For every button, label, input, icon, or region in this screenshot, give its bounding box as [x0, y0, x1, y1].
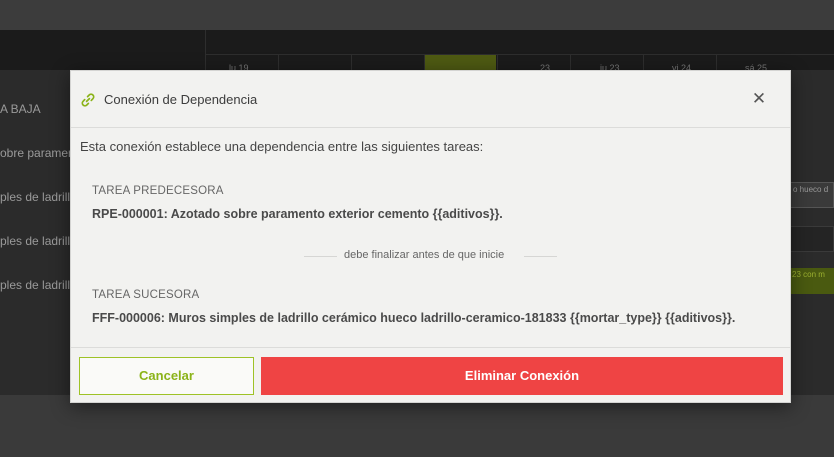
close-icon[interactable]: ✕ [749, 89, 769, 109]
gantt-task-bar[interactable]: 23 con m [790, 268, 834, 294]
cancel-button[interactable]: Cancelar [79, 357, 254, 395]
task-row-label[interactable]: ples de ladrill [0, 190, 70, 204]
gantt-task-bar[interactable]: o hueco d [790, 182, 834, 208]
separator-line-right [524, 256, 557, 257]
gantt-task-bar[interactable] [790, 226, 834, 252]
link-icon [80, 92, 96, 108]
predecessor-task: RPE-000001: Azotado sobre paramento exte… [92, 207, 503, 221]
successor-label: TAREA SUCESORA [92, 289, 200, 301]
delete-connection-button[interactable]: Eliminar Conexión [261, 357, 783, 395]
dialog-title: Conexión de Dependencia [104, 92, 258, 107]
today-column-highlight [424, 55, 496, 70]
gantt-header: lu 19 23 ju 23 vi 24 sá 25 [0, 30, 834, 73]
day-column-divider [351, 55, 352, 70]
day-column-divider [643, 55, 644, 70]
task-row-label[interactable]: A BAJA [0, 102, 41, 116]
day-column-divider [570, 55, 571, 70]
header-row-line [205, 54, 834, 55]
day-column-divider [497, 55, 498, 70]
separator-line-left [304, 256, 337, 257]
day-column-divider [424, 55, 425, 70]
header-divider [205, 30, 206, 70]
dialog-footer: Cancelar Eliminar Conexión [71, 347, 790, 403]
day-column-divider [278, 55, 279, 70]
predecessor-label: TAREA PREDECESORA [92, 185, 224, 197]
dialog-intro-text: Esta conexión establece una dependencia … [80, 139, 484, 154]
day-column-divider [716, 55, 717, 70]
app-footer [0, 395, 834, 457]
app-topbar [0, 0, 834, 30]
task-row-label[interactable]: ples de ladrill [0, 278, 70, 292]
dialog-header: Conexión de Dependencia ✕ [71, 71, 790, 128]
dependency-connection-dialog: Conexión de Dependencia ✕ Esta conexión … [70, 70, 791, 403]
dependency-separator-text: debe finalizar antes de que inicie [344, 249, 505, 261]
task-row-label[interactable]: ples de ladrill [0, 234, 70, 248]
successor-task: FFF-000006: Muros simples de ladrillo ce… [92, 311, 736, 325]
task-row-label[interactable]: obre paramen [0, 146, 75, 160]
